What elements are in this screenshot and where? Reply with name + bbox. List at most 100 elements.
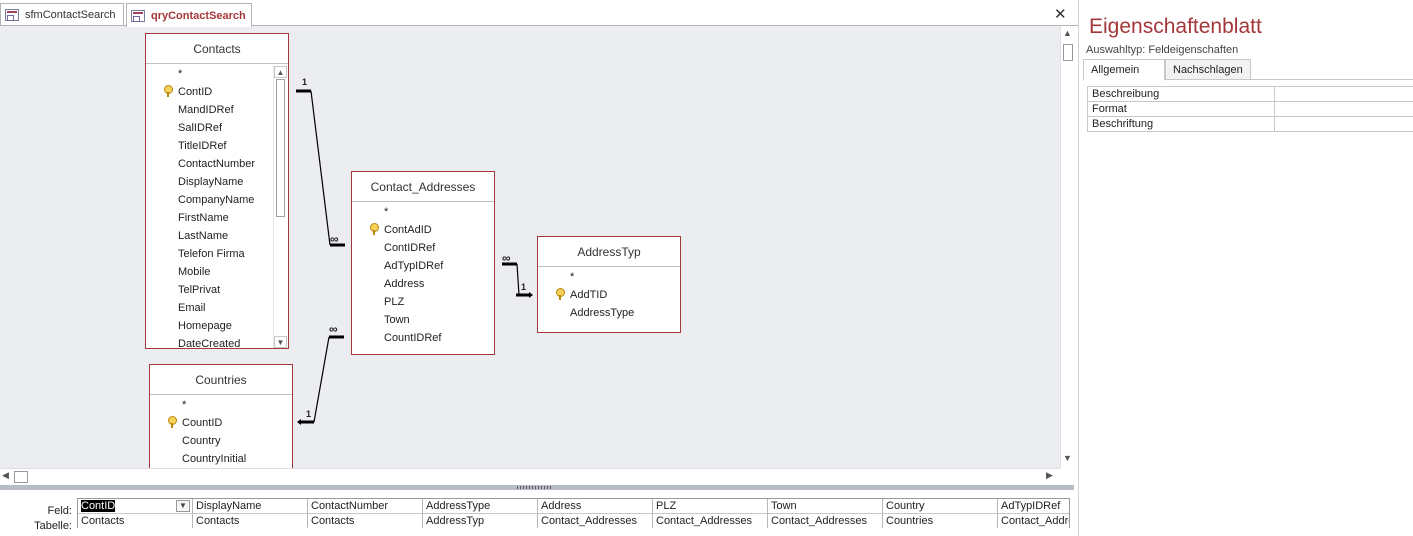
grid-column[interactable]: Town Contact_Addresses — [768, 499, 883, 528]
field-cell[interactable]: ContID — [78, 499, 192, 514]
field-cell[interactable]: Town — [768, 499, 882, 514]
table-contact-addresses[interactable]: Contact_Addresses * ContAdID ContIDRef A… — [351, 171, 495, 355]
table-title[interactable]: Contact_Addresses — [352, 172, 494, 202]
splitter-grip[interactable] — [517, 486, 551, 489]
close-icon[interactable]: ✕ — [1054, 5, 1067, 23]
field-item[interactable]: Country — [150, 432, 292, 450]
table-cell[interactable]: Contacts — [308, 514, 422, 528]
scroll-thumb[interactable] — [276, 79, 285, 217]
field-cell[interactable]: AdTypIDRef — [998, 499, 1069, 514]
table-cell[interactable]: Contact_Addresses — [998, 514, 1069, 528]
grid-column[interactable]: Country Countries — [883, 499, 998, 528]
field-item[interactable]: Email — [146, 299, 288, 317]
property-row[interactable]: Beschreibung — [1087, 87, 1413, 102]
field-item-key[interactable]: AddTID — [538, 286, 680, 304]
grid-column[interactable]: AdTypIDRef Contact_Addresses — [998, 499, 1069, 528]
field-item[interactable]: * — [146, 65, 288, 83]
table-addresstyp[interactable]: AddressTyp * AddTID AddressType — [537, 236, 681, 333]
field-item[interactable]: LastName — [146, 227, 288, 245]
grid-column[interactable]: Address Contact_Addresses — [538, 499, 653, 528]
field-item[interactable]: Homepage — [146, 317, 288, 335]
canvas-horizontal-scrollbar[interactable]: ◀ ▶ — [0, 468, 1060, 484]
scroll-down-icon[interactable]: ▼ — [274, 336, 287, 348]
tab-allgemein[interactable]: Allgemein — [1083, 59, 1165, 81]
field-cell[interactable]: PLZ — [653, 499, 767, 514]
property-row[interactable]: Beschriftung — [1087, 117, 1413, 132]
field-item[interactable]: ContIDRef — [352, 239, 494, 257]
field-item[interactable]: DateCreated — [146, 335, 288, 348]
grid-column[interactable]: ContactNumber Contacts — [308, 499, 423, 528]
canvas-vertical-scrollbar[interactable]: ▲ ▼ — [1060, 26, 1074, 468]
field-item[interactable]: SalIDRef — [146, 119, 288, 137]
field-item[interactable]: DisplayName — [146, 173, 288, 191]
field-item[interactable]: Town — [352, 311, 494, 329]
table-cell[interactable]: Contact_Addresses — [768, 514, 882, 528]
property-value[interactable] — [1275, 87, 1413, 102]
tab-nachschlagen[interactable]: Nachschlagen — [1165, 59, 1251, 80]
scroll-left-icon[interactable]: ◀ — [2, 470, 9, 481]
field-list: * AddTID AddressType — [538, 267, 680, 322]
field-cell[interactable]: ContactNumber — [308, 499, 422, 514]
scroll-thumb[interactable] — [1063, 44, 1073, 61]
field-cell[interactable]: AddressType — [423, 499, 537, 514]
field-item[interactable]: CompanyName — [146, 191, 288, 209]
field-item[interactable]: * — [538, 268, 680, 286]
field-item[interactable]: CountIDRef — [352, 329, 494, 347]
primary-key-icon — [164, 85, 173, 97]
table-cell[interactable]: Contact_Addresses — [538, 514, 652, 528]
chevron-down-icon[interactable]: ▼ — [176, 500, 190, 512]
property-value[interactable] — [1275, 102, 1413, 117]
field-item-key[interactable]: CountID — [150, 414, 292, 432]
field-cell[interactable]: Address — [538, 499, 652, 514]
table-cell[interactable]: Countries — [883, 514, 997, 528]
table-scrollbar[interactable]: ▲ ▼ — [273, 66, 287, 348]
field-item[interactable]: FirstName — [146, 209, 288, 227]
field-item[interactable]: MandIDRef — [146, 101, 288, 119]
property-name: Format — [1087, 102, 1275, 117]
table-title[interactable]: AddressTyp — [538, 237, 680, 267]
field-item[interactable]: Address — [352, 275, 494, 293]
scroll-up-icon[interactable]: ▲ — [1063, 28, 1072, 38]
tab-sfmcontactsearch[interactable]: sfmContactSearch — [0, 3, 124, 26]
field-item[interactable]: AddressType — [538, 304, 680, 322]
field-item[interactable]: TitleIDRef — [146, 137, 288, 155]
table-countries[interactable]: Countries * CountID Country CountryIniti… — [149, 364, 293, 468]
scroll-down-icon[interactable]: ▼ — [1063, 453, 1072, 463]
property-row[interactable]: Format — [1087, 102, 1413, 117]
field-item[interactable]: AdTypIDRef — [352, 257, 494, 275]
grid-column[interactable]: ContID ▼ Contacts — [78, 499, 193, 528]
tab-qrycontactsearch[interactable]: qryContactSearch — [126, 3, 252, 27]
field-item[interactable]: * — [150, 396, 292, 414]
table-title[interactable]: Contacts — [146, 34, 288, 64]
relation-one-label: 1 — [302, 77, 308, 87]
row-label-field: Feld: — [47, 505, 72, 517]
table-title[interactable]: Countries — [150, 365, 292, 395]
property-value[interactable] — [1275, 117, 1413, 132]
table-cell[interactable]: Contacts — [193, 514, 307, 528]
field-item-key[interactable]: ContAdID — [352, 221, 494, 239]
field-list: * ContID MandIDRef SalIDRef TitleIDRef C… — [146, 64, 288, 348]
field-item[interactable]: * — [352, 203, 494, 221]
field-item[interactable]: ContactNumber — [146, 155, 288, 173]
field-item[interactable]: TelPrivat — [146, 281, 288, 299]
field-cell[interactable]: DisplayName — [193, 499, 307, 514]
grid-column[interactable]: AddressType AddressTyp — [423, 499, 538, 528]
field-cell[interactable]: Country — [883, 499, 997, 514]
scroll-right-icon[interactable]: ▶ — [1046, 470, 1053, 481]
table-cell[interactable]: Contact_Addresses — [653, 514, 767, 528]
grid-column[interactable]: PLZ Contact_Addresses — [653, 499, 768, 528]
table-cell[interactable]: AddressTyp — [423, 514, 537, 528]
table-design-canvas[interactable]: 1 ∞ ∞ 1 ∞ 1 Contacts * ContID MandIDRef … — [0, 26, 1060, 468]
field-item[interactable]: PLZ — [352, 293, 494, 311]
field-label: ContAdID — [384, 224, 432, 236]
scroll-thumb[interactable] — [14, 471, 28, 483]
table-contacts[interactable]: Contacts * ContID MandIDRef SalIDRef Tit… — [145, 33, 289, 349]
field-item[interactable]: CountryInitial — [150, 450, 292, 468]
field-item-key[interactable]: ContID — [146, 83, 288, 101]
field-item[interactable]: Mobile — [146, 263, 288, 281]
property-sheet: Eigenschaftenblatt Auswahltyp: Feldeigen… — [1078, 0, 1413, 536]
grid-column[interactable]: DisplayName Contacts — [193, 499, 308, 528]
scroll-up-icon[interactable]: ▲ — [274, 66, 287, 78]
field-item[interactable]: Telefon Firma — [146, 245, 288, 263]
table-cell[interactable]: Contacts — [78, 514, 192, 528]
